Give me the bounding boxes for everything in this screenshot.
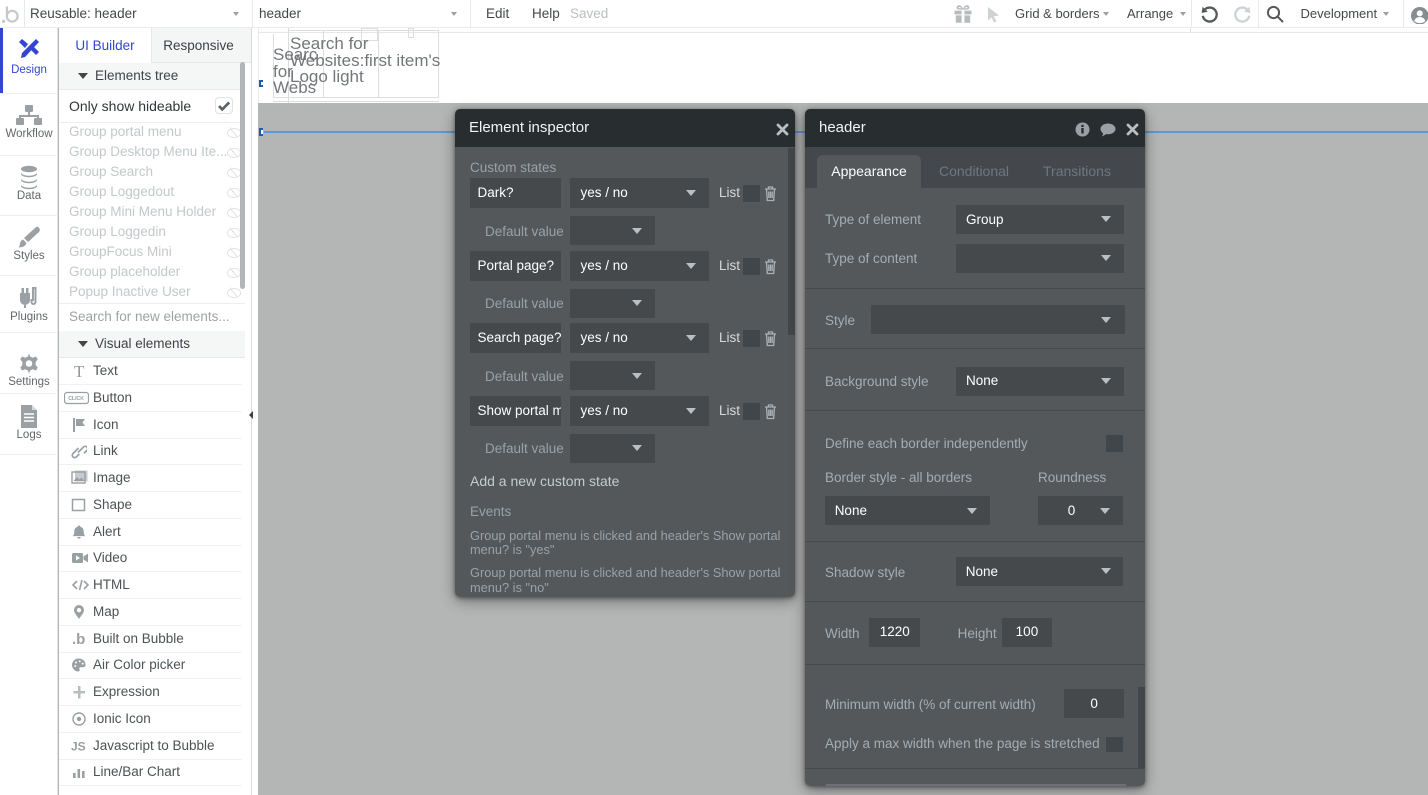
- svg-text:.b: .b: [72, 631, 85, 647]
- svg-text:JS: JS: [71, 739, 86, 753]
- svg-text:CLICK: CLICK: [68, 396, 84, 402]
- svg-text:T: T: [74, 362, 85, 380]
